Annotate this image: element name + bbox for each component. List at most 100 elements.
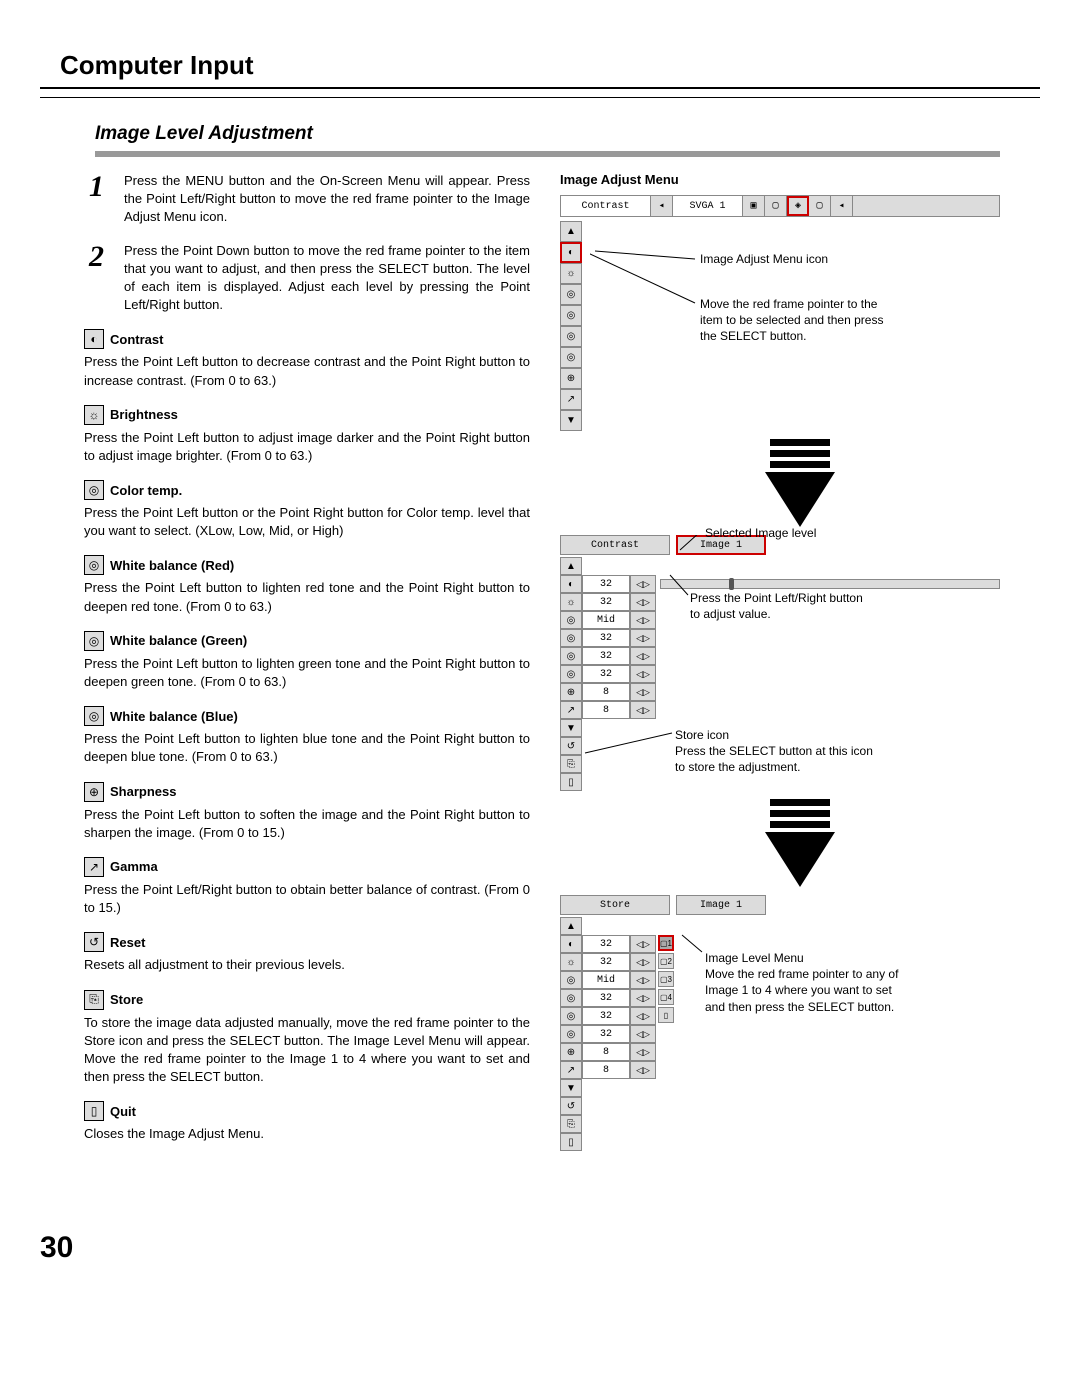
list-icon[interactable]: ◎ (560, 1007, 582, 1025)
value-cell: 32 (582, 1025, 630, 1043)
up-arrow-icon[interactable]: ▲ (560, 221, 582, 242)
wb-red-icon[interactable]: ◎ (560, 305, 582, 326)
store-slot-2[interactable]: ▢2 (658, 953, 674, 969)
wb-blue-icon[interactable]: ◎ (560, 347, 582, 368)
list-icon[interactable]: ◎ (560, 971, 582, 989)
contrast-icon[interactable]: ◐ (560, 242, 582, 263)
list-icon[interactable]: ◎ (560, 665, 582, 683)
down-arrow-icon[interactable]: ▼ (560, 410, 582, 431)
param-desc: Press the Point Left button to lighten g… (84, 655, 530, 691)
value-cell: 8 (582, 1043, 630, 1061)
adjuster-icon[interactable]: ◁▷ (630, 611, 656, 629)
list-icon[interactable]: ☼ (560, 593, 582, 611)
list-icon[interactable]: ↺ (560, 1097, 582, 1115)
section-title: Image Level Adjustment (95, 123, 1040, 145)
list-icon[interactable]: ▲ (560, 917, 582, 935)
list-icon[interactable]: ↗ (560, 1061, 582, 1079)
list-icon[interactable]: ▲ (560, 557, 582, 575)
adjuster-icon[interactable]: ◁▷ (630, 1007, 656, 1025)
list-icon[interactable]: ↗ (560, 701, 582, 719)
store-slot-1[interactable]: ▢1 (658, 935, 674, 951)
panel3-header-right: Image 1 (676, 895, 766, 915)
menu-icon-5[interactable]: ◂ (831, 196, 853, 216)
list-icon[interactable]: ▯ (560, 773, 582, 791)
list-icon[interactable]: ◎ (560, 647, 582, 665)
adjuster-icon[interactable]: ◁▷ (630, 953, 656, 971)
list-icon[interactable]: ▼ (560, 1079, 582, 1097)
slider[interactable] (660, 579, 1000, 589)
image-adjust-menu-icon[interactable]: ◈ (787, 196, 809, 216)
param-title: Contrast (110, 332, 163, 347)
list-icon[interactable]: ◎ (560, 1025, 582, 1043)
value-cell: Mid (582, 971, 630, 989)
param-icon: ◎ (84, 631, 104, 651)
list-icon[interactable]: ◎ (560, 989, 582, 1007)
menu-icon-1[interactable]: ▣ (743, 196, 765, 216)
list-icon[interactable]: ◎ (560, 611, 582, 629)
sharpness-icon[interactable]: ⊕ (560, 368, 582, 389)
adjuster-icon[interactable]: ◁▷ (630, 593, 656, 611)
value-cell: 8 (582, 1061, 630, 1079)
adjuster-icon[interactable]: ◁▷ (630, 1061, 656, 1079)
adjuster-icon[interactable]: ◁▷ (630, 935, 656, 953)
header-divider (40, 87, 1040, 89)
param-icon: ↗ (84, 857, 104, 877)
adjuster-icon[interactable]: ◁▷ (630, 575, 656, 593)
back-icon[interactable]: ◂ (651, 196, 673, 216)
source-label: SVGA 1 (673, 196, 743, 216)
list-icon[interactable]: ▯ (560, 1133, 582, 1151)
menu-icon-4[interactable]: ▢ (809, 196, 831, 216)
colortemp-icon[interactable]: ◎ (560, 284, 582, 305)
icon-column-1: ▲ ◐ ☼ ◎ ◎ ◎ ◎ ⊕ ↗ ▼ (560, 221, 582, 431)
store-slot-3[interactable]: ▢3 (658, 971, 674, 987)
adjuster-icon[interactable]: ◁▷ (630, 701, 656, 719)
list-icon[interactable]: ⎘ (560, 755, 582, 773)
adjuster-icon[interactable]: ◁▷ (630, 665, 656, 683)
param-desc: Press the Point Left button to soften th… (84, 806, 530, 842)
param-desc: Press the Point Left button to lighten r… (84, 579, 530, 615)
param-title: Sharpness (110, 784, 176, 799)
callout-press-lr: Press the Point Left/Right button to adj… (690, 590, 870, 622)
right-title: Image Adjust Menu (560, 172, 1000, 187)
list-icon[interactable]: ⎘ (560, 1115, 582, 1133)
value-cell: 32 (582, 647, 630, 665)
value-cell: 32 (582, 593, 630, 611)
list-icon[interactable]: ⊕ (560, 683, 582, 701)
wb-green-icon[interactable]: ◎ (560, 326, 582, 347)
callout-icon-label: Image Adjust Menu icon (700, 251, 828, 267)
value-cell: 32 (582, 989, 630, 1007)
list-icon[interactable]: ↺ (560, 737, 582, 755)
adjuster-icon[interactable]: ◁▷ (630, 989, 656, 1007)
list-icon[interactable]: ⊕ (560, 1043, 582, 1061)
adjuster-icon[interactable]: ◁▷ (630, 647, 656, 665)
param-title: White balance (Blue) (110, 709, 238, 724)
adjuster-icon[interactable]: ◁▷ (630, 1025, 656, 1043)
list-icon[interactable]: ◐ (560, 575, 582, 593)
menu-icon-2[interactable]: ▢ (765, 196, 787, 216)
value-cell: 32 (582, 953, 630, 971)
param-desc: Press the Point Left button to lighten b… (84, 730, 530, 766)
quit-tag-icon[interactable]: ▯ (658, 1007, 674, 1023)
list-icon[interactable]: ☼ (560, 953, 582, 971)
list-icon[interactable]: ▼ (560, 719, 582, 737)
adjuster-icon[interactable]: ◁▷ (630, 971, 656, 989)
header-subdivider (40, 97, 1040, 98)
value-cell: 32 (582, 629, 630, 647)
param-desc: Press the Point Left/Right button to obt… (84, 881, 530, 917)
value-cell: 32 (582, 575, 630, 593)
adjuster-icon[interactable]: ◁▷ (630, 683, 656, 701)
param-icon: ↺ (84, 932, 104, 952)
menu-bar: Contrast ◂ SVGA 1 ▣ ▢ ◈ ▢ ◂ (560, 195, 1000, 217)
param-title: Brightness (110, 407, 178, 422)
callout-store: Store icon Press the SELECT button at th… (675, 727, 875, 776)
list-icon[interactable]: ◐ (560, 935, 582, 953)
param-title: Color temp. (110, 483, 182, 498)
store-slot-4[interactable]: ▢4 (658, 989, 674, 1005)
brightness-icon[interactable]: ☼ (560, 263, 582, 284)
gamma-icon[interactable]: ↗ (560, 389, 582, 410)
adjuster-icon[interactable]: ◁▷ (630, 629, 656, 647)
value-cell: 32 (582, 935, 630, 953)
list-icon[interactable]: ◎ (560, 629, 582, 647)
adjuster-icon[interactable]: ◁▷ (630, 1043, 656, 1061)
value-cell: 32 (582, 1007, 630, 1025)
